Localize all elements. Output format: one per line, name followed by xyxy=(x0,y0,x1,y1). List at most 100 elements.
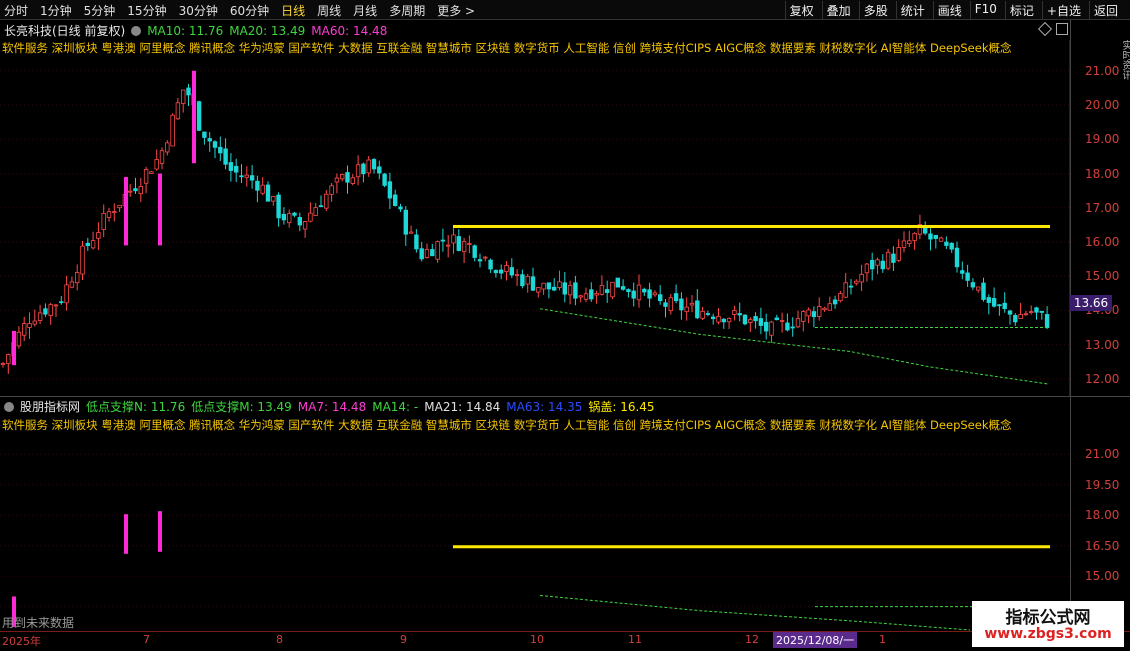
candle xyxy=(827,303,832,311)
candle xyxy=(371,159,377,170)
candle xyxy=(366,159,371,174)
candle xyxy=(350,177,355,184)
candle xyxy=(85,242,90,247)
price-tick: 21.00 xyxy=(1085,447,1120,462)
candle xyxy=(536,287,541,293)
stats-button[interactable]: 统计 xyxy=(895,1,929,20)
tab-daily[interactable]: 日线 xyxy=(281,2,305,19)
pane-divider[interactable] xyxy=(0,396,1130,397)
tab-period[interactable]: 5分钟 xyxy=(84,2,116,19)
indicator-toggle-icon[interactable] xyxy=(4,401,14,412)
candle xyxy=(202,131,207,138)
tab-period[interactable]: 30分钟 xyxy=(179,2,218,19)
tab-period[interactable]: 60分钟 xyxy=(230,2,269,19)
indicator-legend-item: 锅盖: 16.45 xyxy=(588,400,655,414)
month-label: 2025年 xyxy=(2,635,41,648)
candle xyxy=(143,169,149,184)
candle xyxy=(1007,310,1013,315)
candle xyxy=(859,273,864,283)
mark-button[interactable]: 标记 xyxy=(1004,1,1038,20)
candle xyxy=(218,146,223,154)
candle xyxy=(726,317,732,323)
candle xyxy=(456,236,461,251)
side-info-strip[interactable]: 实时资讯 xyxy=(1118,40,1130,390)
candle xyxy=(170,114,175,147)
stock-title[interactable]: 长亮科技(日线 前复权) xyxy=(4,22,125,39)
adjust-button[interactable]: 复权 xyxy=(784,1,818,20)
candle xyxy=(541,282,546,290)
side-strip-label: 实时资讯 xyxy=(1120,40,1130,80)
tab-more[interactable]: 更多 > xyxy=(437,2,475,19)
candle xyxy=(43,308,48,315)
candle xyxy=(711,316,716,320)
candle xyxy=(106,211,112,218)
candlestick-chart[interactable] xyxy=(0,40,1070,396)
candle xyxy=(1044,314,1050,329)
signal-bar xyxy=(12,330,16,366)
tab-period[interactable]: 月线 xyxy=(353,2,377,19)
candle xyxy=(732,310,737,315)
candle xyxy=(127,190,133,193)
candle xyxy=(461,241,467,253)
candle xyxy=(620,286,626,290)
candle xyxy=(843,282,848,298)
candle xyxy=(896,247,901,261)
candle xyxy=(249,175,255,181)
price-tick: 18.00 xyxy=(1085,166,1120,181)
candle xyxy=(599,284,605,295)
candle xyxy=(673,293,679,302)
candle xyxy=(663,302,668,307)
tab-period[interactable]: 1分钟 xyxy=(40,2,72,19)
candle xyxy=(509,267,514,276)
back-button[interactable]: 返回 xyxy=(1088,1,1122,20)
tab-period[interactable]: 周线 xyxy=(317,2,341,19)
candle xyxy=(451,234,456,244)
window-icon[interactable] xyxy=(1056,23,1068,35)
indicator-legend-item: MA7: 14.48 xyxy=(297,399,367,414)
candle xyxy=(175,102,181,120)
restore-icon[interactable] xyxy=(1037,21,1053,37)
price-tick: 18.00 xyxy=(1085,508,1120,523)
month-label: 10 xyxy=(530,633,544,646)
candle xyxy=(281,213,287,221)
f10-button[interactable]: F10 xyxy=(969,1,1001,20)
candle xyxy=(255,180,260,191)
candle xyxy=(546,282,552,290)
candle xyxy=(960,270,965,274)
tab-period[interactable]: 分时 xyxy=(4,2,28,19)
candle xyxy=(689,302,695,306)
overlay-button[interactable]: 叠加 xyxy=(821,1,855,20)
candle xyxy=(774,317,779,321)
candle xyxy=(742,314,748,325)
settings-circle-icon[interactable] xyxy=(131,25,142,36)
candle xyxy=(885,251,891,269)
candle xyxy=(138,186,143,195)
candle xyxy=(705,313,711,315)
add-watchlist-button[interactable]: +自选 xyxy=(1041,1,1085,20)
candle xyxy=(748,319,753,323)
candle xyxy=(477,259,483,262)
signal-bar xyxy=(192,70,196,164)
candle xyxy=(520,274,525,287)
price-tick: 13.00 xyxy=(1085,337,1120,352)
candle xyxy=(769,321,774,336)
candle xyxy=(684,306,689,313)
draw-line-button[interactable]: 画线 xyxy=(932,1,966,20)
indicator-title[interactable]: 股朋指标网 xyxy=(20,398,80,415)
candle xyxy=(498,269,504,274)
candle xyxy=(302,221,308,230)
candle xyxy=(32,320,37,325)
indicator-chart[interactable] xyxy=(0,434,1070,631)
candle xyxy=(440,239,446,242)
candle xyxy=(159,150,165,164)
candle xyxy=(355,164,361,178)
candle xyxy=(69,281,75,288)
tab-period[interactable]: 多周期 xyxy=(389,2,425,19)
multi-stock-button[interactable]: 多股 xyxy=(858,1,892,20)
candle xyxy=(265,184,271,202)
month-label: 8 xyxy=(276,633,283,646)
month-label: 12 xyxy=(745,633,759,646)
tab-period[interactable]: 15分钟 xyxy=(127,2,166,19)
candle xyxy=(339,174,345,180)
candle xyxy=(0,363,6,366)
